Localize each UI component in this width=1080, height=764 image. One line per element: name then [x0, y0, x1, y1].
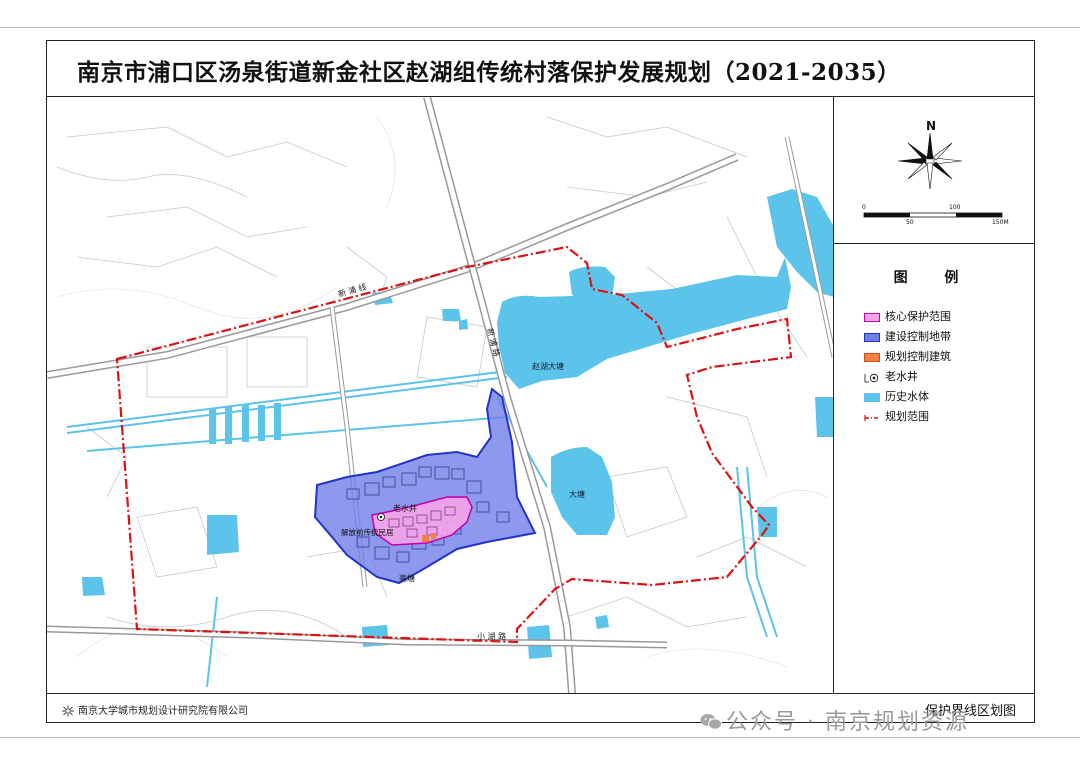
watermark: 公众号 · 南京规划资源	[700, 704, 969, 736]
compass-panel: N 0 50 100 150M	[834, 97, 1034, 244]
water-pond-9	[595, 615, 609, 629]
legend-item-historic-water: 历史水体	[864, 388, 929, 404]
side-panel: N 0 50 100 150M 图 例 核心保护范围 建设控制地带 规划控制建筑…	[834, 97, 1034, 693]
bottom-rule	[0, 737, 1080, 738]
institution: 南京大学城市规划设计研究院有限公司	[61, 702, 248, 717]
place-label-traditional-houses: 解放前传统民居	[341, 527, 394, 537]
water-label-datang: 大塘	[569, 489, 585, 499]
legend-item-planned-buildings: 规划控制建筑	[864, 348, 951, 364]
map-sheet: 南京市浦口区汤泉街道新金社区赵湖组传统村落保护发展规划（2021-2035） 新…	[46, 40, 1035, 723]
planned-buildings-swatch	[864, 352, 880, 362]
map-title: 南京市浦口区汤泉街道新金社区赵湖组传统村落保护发展规划（2021-2035）	[77, 59, 901, 86]
scale-tick-150: 150M	[992, 219, 1009, 226]
wechat-icon	[700, 714, 722, 730]
legend-title: 图 例	[893, 270, 975, 286]
map-area[interactable]: 新 浦 线 新 浦 路 小 湖 路 赵湖大塘 大塘 老水井 解放前传统民居 亮塘	[47, 97, 834, 693]
map-canvas: 新 浦 线 新 浦 路 小 湖 路 赵湖大塘 大塘 老水井 解放前传统民居 亮塘	[47, 97, 833, 693]
water-pond-4	[207, 515, 239, 555]
top-rule	[0, 27, 1080, 28]
historic-water-swatch	[864, 392, 880, 402]
legend-label: 核心保护范围	[885, 310, 951, 323]
institution-logo-icon	[62, 705, 74, 717]
old-well-icon	[377, 513, 385, 521]
legend-label: 规划控制建筑	[885, 350, 951, 363]
title-bar: 南京市浦口区汤泉街道新金社区赵湖组传统村落保护发展规划（2021-2035）	[47, 41, 1034, 97]
scale-tick-50: 50	[906, 219, 914, 226]
construction-control-swatch	[864, 332, 880, 342]
water-pond-2	[442, 309, 461, 321]
legend-label: 规划范围	[885, 410, 929, 423]
legend-label: 建设控制地带	[885, 330, 951, 343]
water-pond-8	[757, 507, 777, 537]
core-protection-swatch	[864, 312, 880, 322]
north-arrow-icon: N 0 50 100 150M	[862, 119, 1009, 226]
legend-item-old-well: 老水井	[864, 368, 918, 384]
water-east-2	[815, 397, 833, 437]
scale-tick-100: 100	[949, 204, 961, 211]
boundary-line-icon	[864, 413, 880, 422]
water-label-zhaohu-datang: 赵湖大塘	[532, 361, 564, 371]
watermark-text: 公众号 · 南京规划资源	[726, 710, 969, 735]
legend-label: 老水井	[885, 370, 918, 383]
north-label: N	[926, 119, 936, 133]
road-label-xiaohulu: 小 湖 路	[477, 631, 506, 641]
place-label-liangtang: 亮塘	[399, 573, 415, 583]
scale-tick-0: 0	[862, 204, 866, 211]
legend-item-construction-control: 建设控制地带	[864, 328, 951, 344]
scale-bar	[863, 212, 1003, 218]
water-pond-5	[82, 577, 105, 596]
legend-item-core-protection: 核心保护范围	[864, 308, 951, 324]
institution-name: 南京大学城市规划设计研究院有限公司	[78, 706, 248, 717]
place-label-old-well: 老水井	[393, 503, 417, 513]
legend-label: 历史水体	[885, 390, 929, 403]
well-icon	[864, 373, 880, 382]
legend-item-planning-boundary: 规划范围	[864, 408, 929, 424]
